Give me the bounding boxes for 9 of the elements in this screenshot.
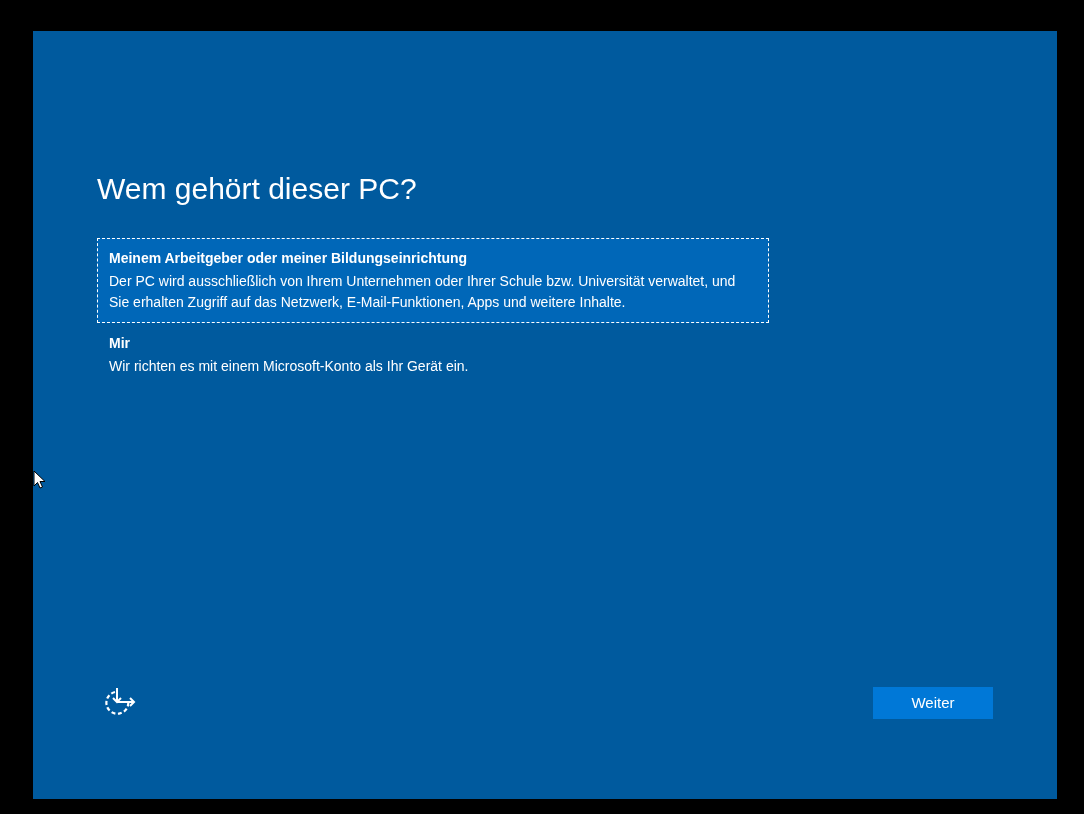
- page-title: Wem gehört dieser PC?: [97, 171, 418, 207]
- option-item[interactable]: [97, 238, 769, 323]
- option-description: Der PC wird ausschließlich von Ihrem Unternehmen oder Ihrer Schule bzw. Universität verwaltet, und Sie erhalten Zugriff auf das Netzwerk, E-Mail-Funktionen, Apps und weitere Inhalte.: [109, 272, 737, 312]
- next-button[interactable]: Weiter: [873, 687, 993, 719]
- option-description: Wir richten es mit einem Microsoft-Konto als Ihr Gerät ein.: [109, 357, 470, 376]
- option-item[interactable]: Mir Wir richten es mit einem Microsoft-Konto als Ihr Gerät ein.: [97, 323, 769, 387]
- option-label: Mir: [109, 334, 131, 353]
- option-label: Meinem Arbeitgeber oder meiner Bildungseinrichtung: [109, 249, 469, 268]
- mouse-cursor-icon: [33, 470, 47, 490]
